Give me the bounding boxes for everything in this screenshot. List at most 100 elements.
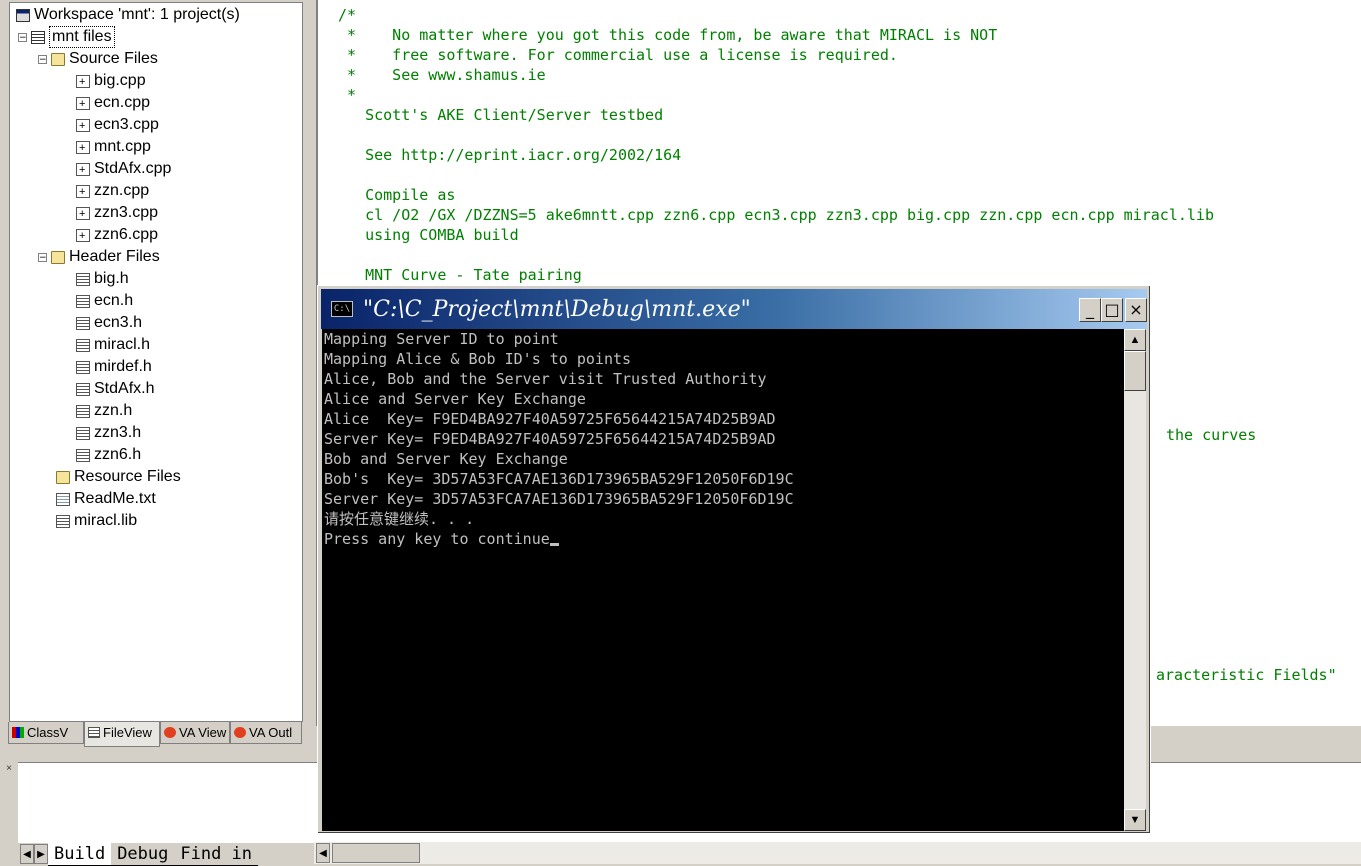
console-title-bar[interactable]: C:\ "C:\C_Project\mnt\Debug\mnt.exe" _ □… [321,289,1147,329]
code-line: /* [338,6,357,24]
tree-item-label: zzn3.cpp [94,204,159,221]
file-item[interactable]: zzn3.h [76,423,141,443]
file-item[interactable]: big.h [76,269,129,289]
tab-classview[interactable]: ClassV [8,722,84,744]
code-line: cl /O2 /GX /DZZNS=5 ake6mntt.cpp zzn6.cp… [338,206,1214,224]
tree-item-label: mnt files [49,26,115,48]
tree-item-label: ecn3.cpp [94,116,159,133]
close-icon[interactable]: × [4,764,14,774]
collapse-icon[interactable]: − [18,32,27,42]
tree-item-label: miracl.lib [74,512,138,529]
tree-item-label: ecn.cpp [94,94,151,111]
file-item[interactable]: ecn.h [76,291,133,311]
header-file-icon [76,272,90,286]
code-line: MNT Curve - Tate pairing [338,266,582,284]
folder-icon [51,250,65,264]
tab-find-in-files[interactable]: Find in [174,843,259,866]
scrollbar-thumb[interactable] [332,843,420,863]
cpp-file-icon [76,138,90,158]
console-output[interactable]: Mapping Server ID to point Mapping Alice … [322,329,1124,831]
cpp-file-icon [76,116,90,136]
text-cursor [549,543,559,546]
tab-debug[interactable]: Debug [111,843,175,866]
file-item[interactable]: zzn6.h [76,445,141,465]
tree-item-label: Resource Files [74,468,181,485]
file-item[interactable]: zzn3.cpp [76,203,159,224]
file-item[interactable]: miracl.h [76,335,150,355]
tab-label: ClassV [27,725,69,740]
tab-fileview[interactable]: FileView [84,722,160,747]
tree-item-label: zzn6.h [94,446,142,463]
console-line: Alice, Bob and the Server visit Trusted … [324,370,767,388]
code-line: See http://eprint.iacr.org/2002/164 [338,146,682,164]
tab-build[interactable]: Build [48,842,112,866]
folder-source-files[interactable]: − Source Files [38,49,158,69]
text-file-icon [56,492,70,506]
console-line: Alice Key= F9ED4BA927F40A59725F65644215A… [324,410,776,428]
code-line: * See www.shamus.ie [338,66,546,84]
code-line: using COMBA build [338,226,519,244]
code-line: * No matter where you got this code from… [338,26,998,44]
scroll-up-icon[interactable]: ▲ [1124,329,1146,351]
console-line: Bob's Key= 3D57A53FCA7AE136D173965BA529F… [324,470,794,488]
header-file-icon [76,426,90,440]
tree-item-label: big.cpp [94,72,146,89]
workspace-root[interactable]: Workspace 'mnt': 1 project(s) [16,5,240,25]
file-item[interactable]: ecn.cpp [76,93,151,114]
file-item[interactable]: zzn.cpp [76,181,150,202]
file-item[interactable]: mnt.cpp [76,137,151,158]
console-line: Server Key= F9ED4BA927F40A59725F65644215… [324,430,776,448]
tab-va-view[interactable]: VA View [160,722,230,744]
file-item[interactable]: StdAfx.cpp [76,159,171,180]
header-file-icon [76,338,90,352]
code-fragment: the curves [1166,426,1257,444]
code-line: Compile as [338,186,456,204]
tree-item-label: Source Files [69,50,158,67]
header-file-icon [76,316,90,330]
tab-va-outline[interactable]: VA Outl [230,722,302,744]
maximize-button[interactable]: □ [1101,298,1123,322]
scroll-down-icon[interactable]: ▼ [1124,809,1146,831]
workspace-pane: Workspace 'mnt': 1 project(s) − mnt files −… [0,0,312,760]
console-line: Mapping Server ID to point [324,330,559,348]
file-item[interactable]: miracl.lib [56,511,137,531]
folder-resource-files[interactable]: Resource Files [56,467,181,487]
output-horizontal-scrollbar[interactable]: ◀ [314,842,1361,864]
tree-item-label: mirdef.h [94,358,152,375]
file-item[interactable]: zzn.h [76,401,132,421]
collapse-icon[interactable]: − [38,54,47,64]
folder-header-files[interactable]: − Header Files [38,247,160,267]
file-item[interactable]: mirdef.h [76,357,152,377]
project-node[interactable]: − mnt files [18,26,115,48]
file-item[interactable]: ecn3.h [76,313,142,333]
file-tree: Workspace 'mnt': 1 project(s) − mnt files −… [9,2,303,722]
header-file-icon [76,360,90,374]
console-vertical-scrollbar[interactable]: ▲ ▼ [1124,329,1146,831]
scroll-left-icon[interactable]: ◀ [316,843,330,863]
console-title: "C:\C_Project\mnt\Debug\mnt.exe" [363,296,751,322]
tree-item-label: ReadMe.txt [74,490,156,507]
cpp-file-icon [76,72,90,92]
file-item[interactable]: big.cpp [76,71,146,92]
file-item[interactable]: zzn6.cpp [76,225,158,246]
tree-item-label: zzn.h [94,402,133,419]
tree-item-label: zzn.cpp [94,182,150,199]
console-prompt: Press any key to continue [324,530,550,548]
minimize-button[interactable]: _ [1079,298,1101,322]
console-line: Mapping Alice & Bob ID's to points [324,350,632,368]
scrollbar-thumb[interactable] [1124,351,1146,391]
cpp-file-icon [76,160,90,180]
scroll-left-icon[interactable]: ◀ [20,844,34,864]
tomato-icon [234,727,246,738]
close-button[interactable]: × [1125,298,1147,322]
tree-item-label: zzn3.h [94,424,142,441]
tree-item-label: mnt.cpp [94,138,151,155]
collapse-icon[interactable]: − [38,252,47,262]
code-line: * free software. For commercial use a li… [338,46,898,64]
tree-item-label: Workspace 'mnt': 1 project(s) [34,6,240,23]
file-item[interactable]: ReadMe.txt [56,489,156,509]
tree-item-label: ecn.h [94,292,134,309]
file-item[interactable]: StdAfx.h [76,379,154,399]
file-item[interactable]: ecn3.cpp [76,115,159,136]
scroll-right-icon[interactable]: ▶ [34,844,48,864]
